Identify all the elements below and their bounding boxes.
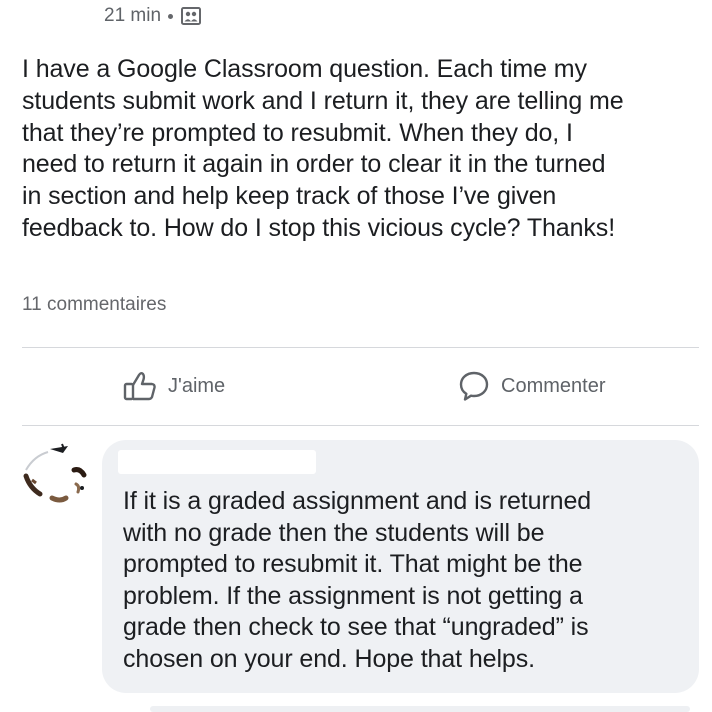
like-button[interactable]: J'aime bbox=[122, 367, 225, 405]
post-body-text: I have a Google Classroom question. Each… bbox=[22, 55, 624, 242]
post-timestamp[interactable]: 21 min bbox=[104, 5, 161, 27]
comment-bubble: If it is a graded assignment and is retu… bbox=[102, 440, 699, 693]
group-audience-icon[interactable] bbox=[180, 5, 202, 27]
thumbs-up-icon bbox=[123, 372, 156, 401]
speech-bubble-icon bbox=[459, 371, 489, 401]
separator-dot bbox=[168, 13, 174, 19]
comment-button[interactable]: Commenter bbox=[457, 367, 605, 405]
divider bbox=[22, 347, 699, 348]
commenter-name-redacted[interactable] bbox=[118, 450, 316, 474]
commenter-avatar[interactable] bbox=[18, 440, 94, 516]
next-comment-edge bbox=[150, 706, 690, 712]
divider bbox=[22, 425, 699, 426]
comment-button-label: Commenter bbox=[501, 374, 606, 397]
comment-text: If it is a graded assignment and is retu… bbox=[123, 487, 592, 673]
post-meta: 21 min bbox=[104, 4, 202, 28]
comment-count-link[interactable]: 11 commentaires bbox=[22, 294, 166, 316]
like-button-label: J'aime bbox=[168, 374, 226, 397]
